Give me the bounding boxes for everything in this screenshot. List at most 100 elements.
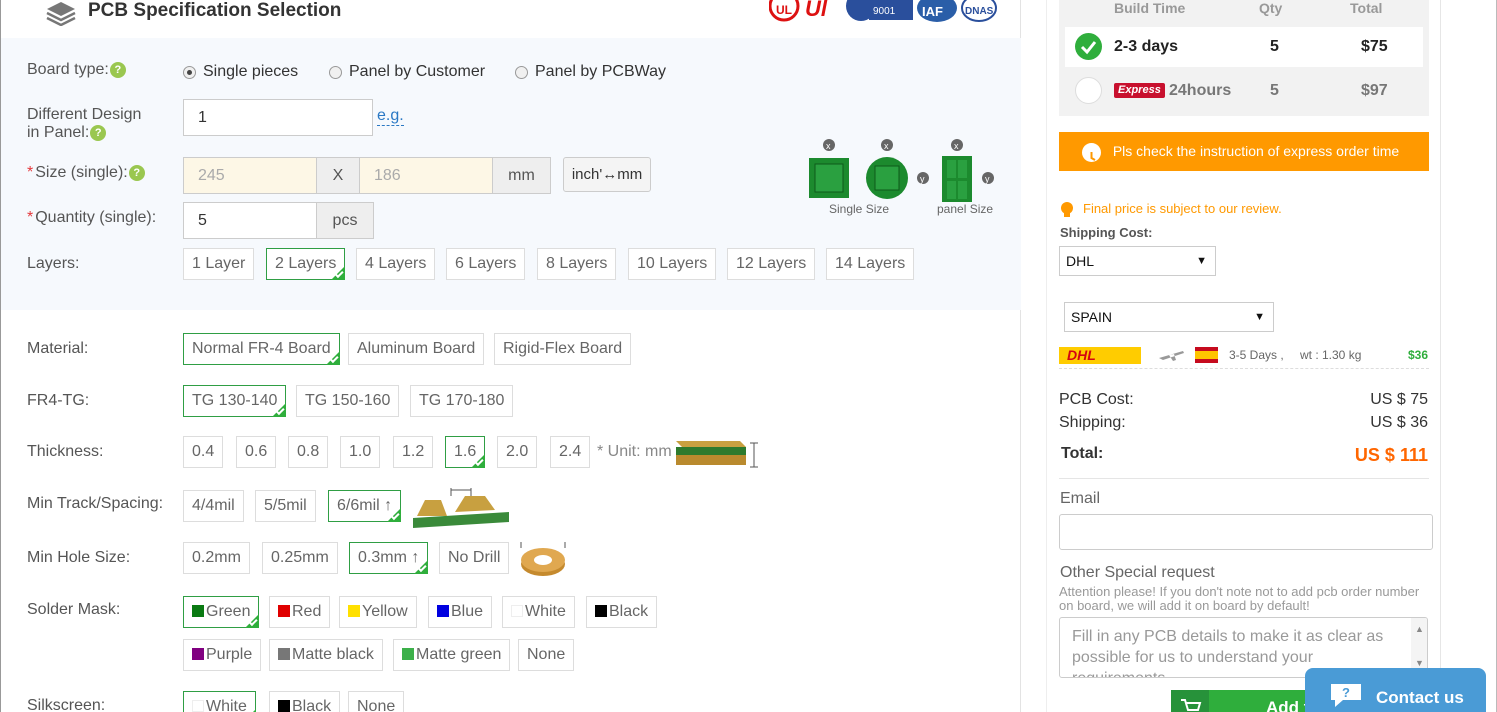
radio-single-pieces[interactable]: Single pieces [183,63,298,81]
thickness-1-6[interactable]: 1.6 [445,436,486,468]
layers-icon [45,0,77,27]
svg-text:9001: 9001 [873,6,896,17]
inch-mm-convert-button[interactable]: inch'↔mm [563,157,651,192]
silk-black[interactable]: Black [269,691,341,712]
hole-no-drill[interactable]: No Drill [439,542,510,574]
delivery-days: 3-5 Days , [1229,348,1284,362]
quantity-label: * Quantity (single): [27,209,157,226]
thickness-1-0[interactable]: 1.0 [340,436,381,468]
size-illustration: x x y x y Single Size panel Size [807,138,1002,218]
radio-panel-by-pcbway[interactable]: Panel by PCBWay [515,63,666,81]
hole-0-25[interactable]: 0.25mm [262,542,338,574]
silk-none[interactable]: None [348,691,405,712]
hole-0-2[interactable]: 0.2mm [183,542,250,574]
svg-text:y: y [920,174,925,184]
solder-green[interactable]: Green [183,596,260,628]
design-in-panel-label: Different Design in Panel:? [27,106,141,142]
green-swatch [192,605,204,617]
option-label: Matte green [416,646,502,663]
layer-option-8[interactable]: 8 Layers [537,248,617,280]
svg-text:y: y [985,174,990,184]
qty-header: Qty [1259,0,1283,16]
tg-170-180[interactable]: TG 170-180 [410,385,514,417]
solder-matte-green[interactable]: Matte green [393,639,511,671]
thickness-0-8[interactable]: 0.8 [288,436,329,468]
size-width-input[interactable]: 245 [183,157,317,194]
radio-panel-by-customer[interactable]: Panel by Customer [329,63,485,81]
order-summary-panel: Build Time Qty Total 2-3 days 5 $75 Expr… [1046,0,1441,712]
layer-option-14[interactable]: 14 Layers [826,248,915,280]
solder-blue[interactable]: Blue [428,596,493,628]
solder-matte-black[interactable]: Matte black [269,639,383,671]
spain-flag-icon [1195,347,1218,363]
solder-red[interactable]: Red [269,596,331,628]
scroll-up-icon[interactable]: ▲ [1415,624,1424,634]
help-icon[interactable]: ? [128,164,145,181]
layer-option-1[interactable]: 1 Layer [183,248,255,280]
scroll-down-icon[interactable]: ▼ [1415,658,1424,668]
svg-text:x: x [884,141,889,151]
build-time-value: 24hours [1169,82,1232,99]
total-value: US $ 111 [1354,445,1428,465]
shipping-weight: wt : 1.30 kg [1300,348,1362,362]
solder-black[interactable]: Black [586,596,658,628]
express-notice-text: Pls check the instruction of express ord… [1112,143,1400,159]
silk-white[interactable]: White [183,691,256,712]
dropdown-arrow-icon: ▼ [1196,255,1207,267]
white-swatch [192,700,204,712]
solder-white[interactable]: White [502,596,575,628]
contact-us-label: Contact us [1376,688,1464,707]
design-in-panel-input[interactable]: 1 [183,99,373,136]
chat-icon: ? [1329,682,1363,712]
option-label: White [206,698,247,712]
help-icon[interactable]: ? [109,61,126,78]
white-swatch [511,605,523,617]
solder-none[interactable]: None [518,639,575,671]
solder-yellow[interactable]: Yellow [339,596,417,628]
build-time-header: Build Time [1114,0,1186,16]
material-aluminum[interactable]: Aluminum Board [348,333,485,365]
svg-text:Ul: Ul [805,0,828,21]
layer-option-4[interactable]: 4 Layers [356,248,436,280]
build-time-row-standard[interactable]: 2-3 days 5 $75 [1065,27,1423,67]
layer-option-10[interactable]: 10 Layers [628,248,717,280]
layer-option-6[interactable]: 6 Layers [446,248,526,280]
eg-link[interactable]: e.g. [377,107,404,126]
dhl-logo: DHL [1059,347,1141,364]
express-instruction-button[interactable]: Pls check the instruction of express ord… [1059,132,1429,171]
layer-option-2[interactable]: 2 Layers [266,248,346,280]
layer-option-12[interactable]: 12 Layers [727,248,816,280]
spec-panel: PCB Specification Selection UL Ul 9001 I… [1,0,1021,712]
thickness-0-4[interactable]: 0.4 [183,436,224,468]
size-height-input[interactable]: 186 [359,157,493,194]
min-hole-label: Min Hole Size: [27,549,131,566]
price-review-note: Final price is subject to our review. [1083,201,1282,216]
solder-purple[interactable]: Purple [183,639,262,671]
shipping-carrier-select[interactable]: DHL ▼ [1059,246,1216,276]
hole-0-3[interactable]: 0.3mm ↑ [349,542,429,574]
thickness-1-2[interactable]: 1.2 [393,436,434,468]
option-label: Yellow [362,603,408,620]
material-rigid-flex[interactable]: Rigid-Flex Board [494,333,632,365]
radio-selected-icon [183,65,196,79]
quantity-unit: pcs [316,202,374,239]
track-4-4[interactable]: 4/4mil [183,490,244,522]
contact-us-button[interactable]: ? Contact us [1305,668,1486,712]
quantity-input[interactable]: 5 [183,202,317,239]
track-6-6[interactable]: 6/6mil ↑ [328,490,402,522]
tg-130-140[interactable]: TG 130-140 [183,385,287,417]
help-icon[interactable]: ? [90,124,107,141]
black-swatch [595,605,607,617]
purple-swatch [192,648,204,660]
thickness-0-6[interactable]: 0.6 [236,436,277,468]
track-5-5[interactable]: 5/5mil [255,490,316,522]
tg-150-160[interactable]: TG 150-160 [296,385,400,417]
thickness-2-0[interactable]: 2.0 [497,436,538,468]
radio-icon [329,65,342,79]
size-label: * Size (single):? [27,164,145,182]
material-fr4[interactable]: Normal FR-4 Board [183,333,340,365]
build-time-row-express[interactable]: Express 24hours 5 $97 [1065,71,1423,111]
shipping-country-select[interactable]: SPAIN ▼ [1064,302,1274,332]
email-input[interactable] [1059,514,1433,550]
thickness-2-4[interactable]: 2.4 [550,436,591,468]
